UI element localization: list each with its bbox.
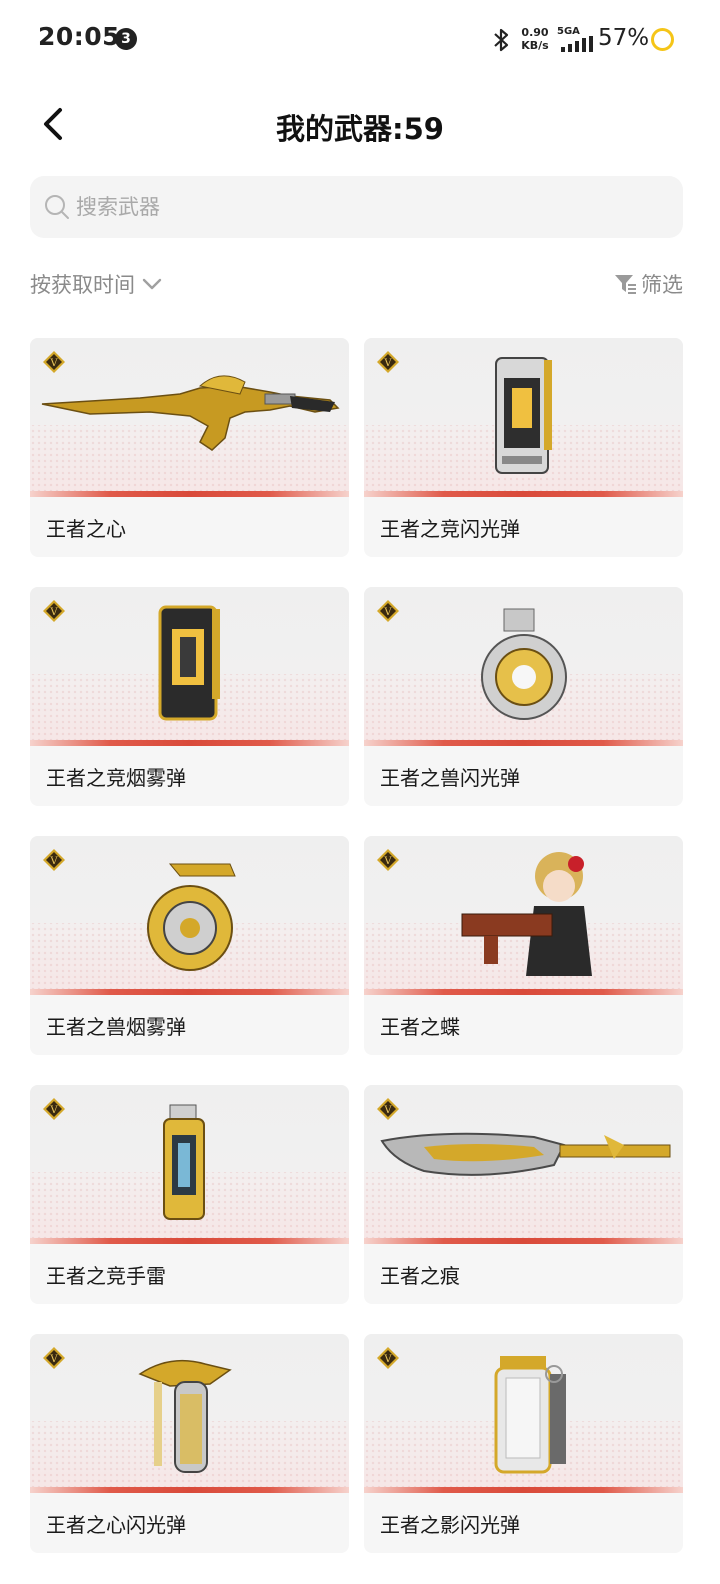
notification-count-badge: 3 (115, 28, 137, 50)
blade-icon (380, 1132, 671, 1176)
weapon-card[interactable]: V 王者之蝶 (364, 836, 683, 1055)
filter-button[interactable]: 筛选 (613, 268, 683, 300)
signal-bars-icon (561, 36, 593, 52)
vip-badge-icon: V (377, 351, 399, 373)
rarity-stripe (364, 989, 683, 995)
smoke-grenade-icon (147, 863, 236, 971)
sort-dropdown[interactable]: 按获取时间 (30, 268, 163, 300)
rarity-stripe (30, 740, 349, 746)
cellular-signal: 5GA (557, 26, 593, 52)
rarity-stripe (30, 989, 349, 995)
vip-badge-icon: V (43, 351, 65, 373)
weapon-grid: V 王者之心 V 王者之竞闪光弹 V 王者之竞烟雾弹 V 王者之兽闪光弹 V 王… (30, 338, 683, 1553)
vip-badge-icon: V (377, 1347, 399, 1369)
rarity-stripe (364, 1238, 683, 1244)
character-icon (461, 852, 592, 976)
smoke-grenade-icon (158, 605, 220, 721)
page-header: 我的武器:59 (0, 90, 720, 160)
weapon-name: 王者之心闪光弹 (46, 1513, 186, 1537)
weapon-name: 王者之兽闪光弹 (380, 766, 520, 790)
weapon-card[interactable]: V 王者之兽烟雾弹 (30, 836, 349, 1055)
rarity-stripe (364, 740, 683, 746)
sort-label: 按获取时间 (30, 273, 135, 297)
weapon-card[interactable]: V 王者之竞手雷 (30, 1085, 349, 1304)
vip-badge-icon: V (43, 1098, 65, 1120)
search-input[interactable] (76, 176, 666, 238)
page-title: 我的武器:59 (276, 112, 444, 146)
vip-badge-icon: V (43, 600, 65, 622)
weapon-name: 王者之竞烟雾弹 (46, 766, 186, 790)
vip-badge-icon: V (377, 1098, 399, 1120)
weapon-card[interactable]: V 王者之竞闪光弹 (364, 338, 683, 557)
weapon-name: 王者之痕 (380, 1264, 460, 1288)
battery-level: 57% (598, 25, 650, 51)
rarity-stripe (364, 1487, 683, 1493)
weapon-name: 王者之心 (46, 517, 126, 541)
bluetooth-icon (494, 28, 509, 52)
flashbang-icon (481, 608, 567, 720)
svg-text:V: V (383, 1105, 392, 1116)
chevron-down-icon (142, 278, 162, 290)
flashbang-icon (495, 357, 552, 474)
weapon-name: 王者之蝶 (380, 1015, 460, 1039)
weapon-name: 王者之竞手雷 (46, 1264, 166, 1288)
weapon-card[interactable]: V 王者之痕 (364, 1085, 683, 1304)
rarity-stripe (30, 1238, 349, 1244)
network-speed: 0.90 KB/s (521, 26, 549, 52)
search-bar[interactable] (30, 176, 683, 238)
vip-badge-icon: V (43, 1347, 65, 1369)
filter-icon (615, 275, 636, 294)
svg-text:V: V (49, 607, 58, 618)
weapon-name: 王者之兽烟雾弹 (46, 1015, 186, 1039)
status-time: 20:05 (38, 22, 121, 51)
weapon-card[interactable]: V 王者之心 (30, 338, 349, 557)
vip-badge-icon: V (43, 849, 65, 871)
svg-text:V: V (383, 1354, 392, 1365)
rarity-stripe (30, 491, 349, 497)
weapon-name: 王者之竞闪光弹 (380, 517, 520, 541)
vip-badge-icon: V (377, 600, 399, 622)
filter-label: 筛选 (641, 273, 683, 297)
status-bar: 20:05 3 0.90 KB/s 5GA 57% (0, 0, 720, 80)
weapon-card[interactable]: V 王者之心闪光弹 (30, 1334, 349, 1553)
svg-text:V: V (49, 856, 58, 867)
weapon-card[interactable]: V 王者之兽闪光弹 (364, 587, 683, 806)
rarity-stripe (364, 491, 683, 497)
svg-text:V: V (49, 1354, 58, 1365)
rarity-stripe (30, 1487, 349, 1493)
weapon-name: 王者之影闪光弹 (380, 1513, 520, 1537)
weapon-card[interactable]: V 王者之竞烟雾弹 (30, 587, 349, 806)
svg-text:V: V (383, 607, 392, 618)
svg-text:V: V (49, 1105, 58, 1116)
svg-text:V: V (383, 358, 392, 369)
battery-ring-icon (651, 28, 674, 51)
flashbang-icon (494, 1356, 566, 1474)
svg-text:V: V (49, 358, 58, 369)
search-icon (45, 195, 69, 219)
weapon-card[interactable]: V 王者之影闪光弹 (364, 1334, 683, 1553)
rifle-icon (41, 375, 340, 451)
grenade-icon (163, 1104, 205, 1220)
svg-text:V: V (383, 856, 392, 867)
vip-badge-icon: V (377, 849, 399, 871)
flashbang-icon (138, 1359, 232, 1473)
